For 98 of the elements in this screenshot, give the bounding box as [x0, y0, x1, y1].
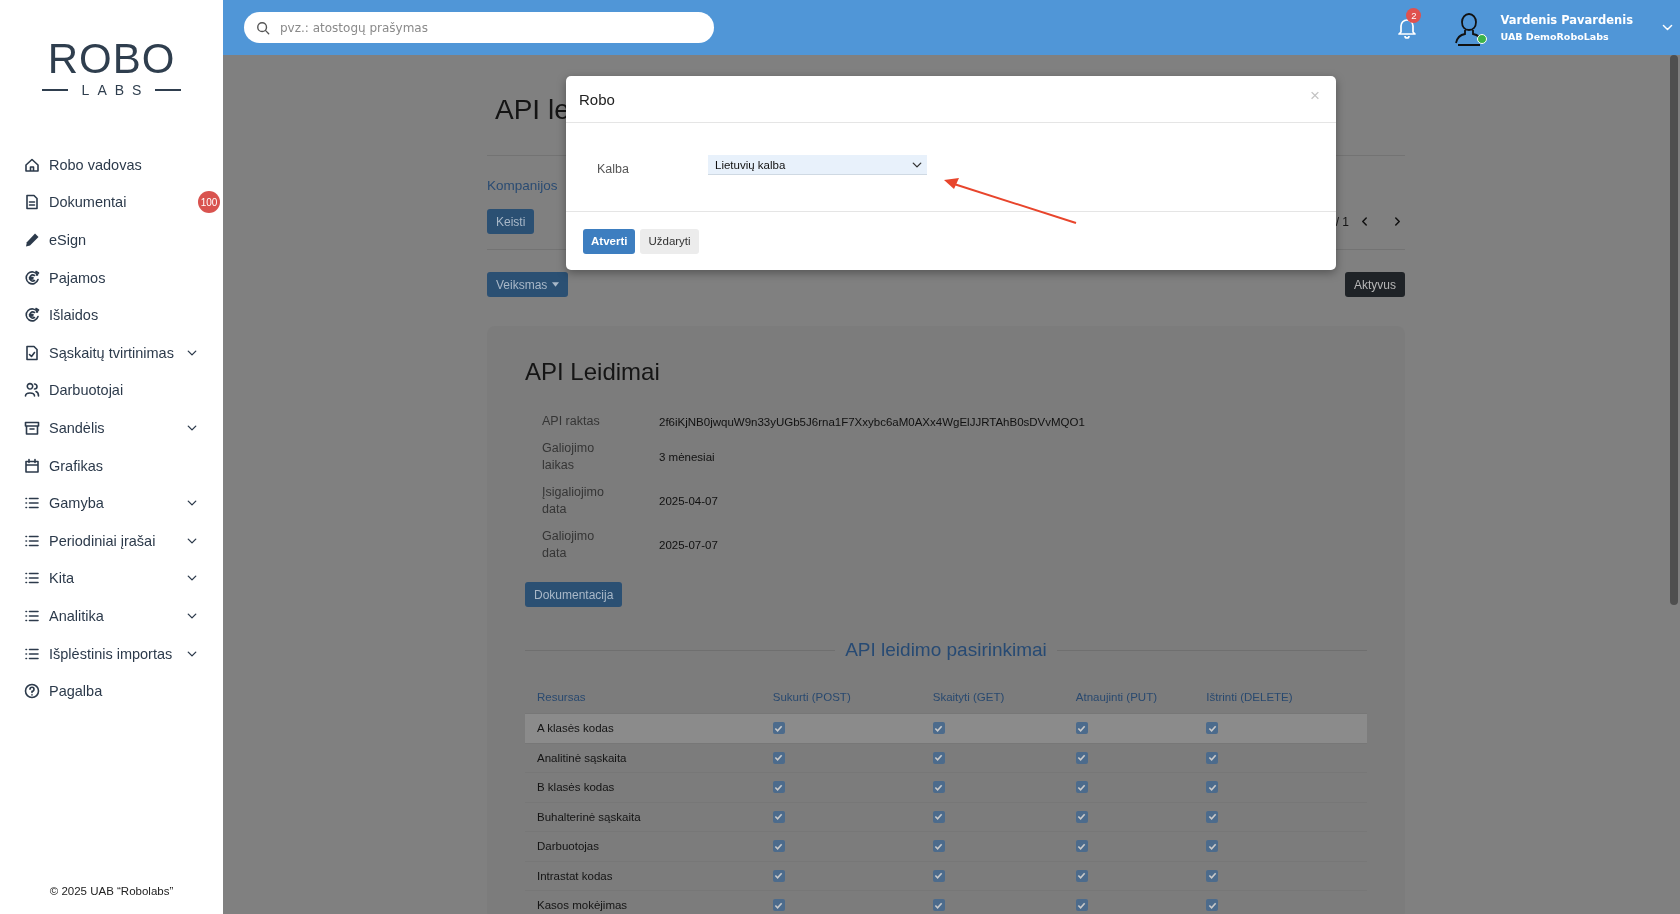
- sidebar-item[interactable]: Dokumentai 100: [24, 183, 220, 222]
- sidebar-item[interactable]: Sandėlis: [24, 409, 220, 447]
- documentation-button[interactable]: Dokumentacija: [525, 582, 623, 607]
- checkbox[interactable]: [932, 781, 945, 794]
- sidebar-item[interactable]: Sąskaitų tvirtinimas: [24, 333, 220, 372]
- checkbox[interactable]: [1075, 899, 1088, 912]
- table-cell: Darbuotojas: [525, 831, 761, 861]
- checkbox[interactable]: [1075, 869, 1088, 882]
- checkbox[interactable]: [1206, 751, 1219, 764]
- pager-text: / 1: [1335, 214, 1349, 229]
- logo-text: ROBO: [47, 38, 176, 80]
- sidebar-item[interactable]: Periodiniai įrašai: [24, 521, 220, 560]
- sidebar-item[interactable]: eSign: [24, 221, 220, 259]
- sidebar-item[interactable]: Grafikas: [24, 446, 220, 485]
- column-header: Atnaujinti (PUT): [1063, 681, 1195, 714]
- file-check-icon: [24, 344, 40, 361]
- checkbox[interactable]: [932, 751, 945, 764]
- field-value: 3 mėnesiai: [659, 451, 716, 463]
- sidebar-item[interactable]: Robo vadovas: [24, 146, 220, 184]
- table-cell: Analitinė sąskaita: [525, 743, 761, 773]
- chevron-right-icon[interactable]: [1392, 216, 1403, 227]
- checkbox[interactable]: [1075, 840, 1088, 853]
- language-select[interactable]: Lietuvių kalba: [708, 155, 927, 175]
- column-header: Resursas: [525, 681, 761, 714]
- field-label: Galiojimo data: [542, 528, 596, 562]
- checkbox[interactable]: [1075, 810, 1088, 823]
- table-cell: Kasos mokėjimas: [525, 890, 761, 914]
- document-icon: [24, 194, 40, 211]
- search-icon: [256, 20, 270, 35]
- checkbox[interactable]: [1075, 751, 1088, 764]
- logo-subtext: LABS: [80, 82, 150, 98]
- checkbox[interactable]: [1206, 899, 1219, 912]
- checkbox[interactable]: [772, 751, 785, 764]
- checkbox[interactable]: [772, 722, 785, 735]
- checkbox[interactable]: [1075, 781, 1088, 794]
- field-label: Kalba: [597, 161, 630, 176]
- field-label: Galiojimo laikas: [542, 440, 596, 474]
- checkbox[interactable]: [932, 810, 945, 823]
- checkbox[interactable]: [772, 810, 785, 823]
- column-header: Sukurti (POST): [760, 681, 921, 714]
- checkbox[interactable]: [1206, 869, 1219, 882]
- sidebar-item[interactable]: Gamyba: [24, 484, 220, 522]
- column-header: Ištrinti (DELETE): [1194, 681, 1367, 714]
- status-button[interactable]: Aktyvus: [1345, 272, 1405, 297]
- coin-icon: [24, 307, 40, 324]
- section-title: API leidimo pasirinkimai: [845, 639, 1047, 661]
- search-field[interactable]: pvz.: atostogų prašymas: [244, 12, 714, 43]
- user-name: Vardenis Pavardenis: [1500, 13, 1633, 27]
- action-dropdown-button[interactable]: Veiksmas: [487, 272, 569, 297]
- edit-button[interactable]: Keisti: [487, 209, 535, 234]
- field-label: API raktas: [542, 413, 601, 430]
- sidebar-item[interactable]: Darbuotojai: [24, 371, 220, 410]
- field-value: 2f6iKjNB0jwquW9n33yUGb5J6rna1F7Xxybc6aM0AXx4WgElJJRTAhB0sDVvMQO1: [659, 415, 1086, 428]
- sidebar-item[interactable]: Išplėstinis importas: [24, 634, 220, 673]
- table-cell: Intrastat kodas: [525, 861, 761, 891]
- column-header: Skaityti (GET): [920, 681, 1064, 714]
- users-icon: [24, 382, 40, 399]
- sidebar-item[interactable]: Pagalba: [24, 672, 220, 710]
- count-badge: 100: [198, 191, 220, 214]
- card-title: API Leidimai: [525, 357, 661, 387]
- checkbox[interactable]: [772, 869, 785, 882]
- checkbox[interactable]: [772, 899, 785, 912]
- scrollbar[interactable]: [1670, 55, 1678, 605]
- checkbox[interactable]: [1206, 840, 1219, 853]
- modal-title: Robo: [579, 90, 615, 108]
- caret-down-icon: [552, 282, 560, 287]
- table-cell: A klasės kodas: [525, 713, 761, 743]
- checkbox[interactable]: [932, 840, 945, 853]
- close-dialog-button[interactable]: Uždaryti: [640, 228, 699, 254]
- open-button[interactable]: Atverti: [583, 228, 636, 254]
- copyright-text: © 2025 UAB “Robolabs”: [49, 885, 174, 897]
- help-icon: [24, 683, 40, 700]
- company-name: UAB DemoRoboLabs: [1500, 31, 1610, 42]
- checkbox[interactable]: [1206, 810, 1219, 823]
- field-value: 2025-04-07: [659, 495, 719, 507]
- chevron-left-icon[interactable]: [1359, 216, 1370, 227]
- archive-icon: [24, 419, 40, 436]
- field-value: 2025-07-07: [659, 539, 719, 551]
- table-cell: Buhalterinė sąskaita: [525, 802, 761, 832]
- checkbox[interactable]: [932, 722, 945, 735]
- pen-icon: [24, 232, 40, 248]
- home-icon: [24, 156, 40, 173]
- sidebar-item[interactable]: Pajamos: [24, 258, 220, 297]
- checkbox[interactable]: [772, 781, 785, 794]
- checkbox[interactable]: [1206, 781, 1219, 794]
- sidebar-item[interactable]: Kita: [24, 559, 220, 598]
- sidebar-item[interactable]: Išlaidos: [24, 296, 220, 334]
- checkbox[interactable]: [1206, 722, 1219, 735]
- checkbox[interactable]: [932, 899, 945, 912]
- sidebar-item[interactable]: Analitika: [24, 597, 220, 635]
- checkbox[interactable]: [932, 869, 945, 882]
- checkbox[interactable]: [1075, 722, 1088, 735]
- field-label: Įsigaliojimo data: [542, 484, 605, 518]
- calendar-icon: [24, 457, 40, 474]
- coin-icon: [24, 269, 40, 286]
- table-cell: B klasės kodas: [525, 772, 761, 802]
- notification-badge: 2: [1406, 7, 1422, 23]
- checkbox[interactable]: [772, 840, 785, 853]
